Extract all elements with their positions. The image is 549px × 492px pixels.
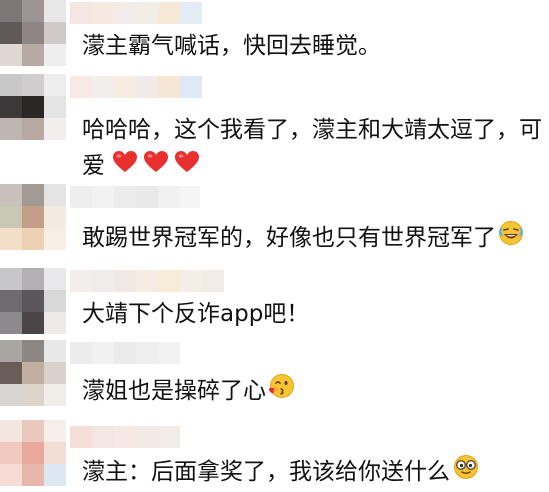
comment-item: 大靖下个反诈app吧！	[0, 268, 549, 334]
username[interactable]	[70, 186, 200, 208]
comment-text-line: 爱	[82, 153, 105, 179]
comment-text: 濛主霸气喊话，快回去睡觉。	[82, 28, 532, 64]
comment-text: 大靖下个反诈app吧！	[82, 296, 532, 332]
nerd-glasses-face-icon	[452, 453, 480, 492]
red-heart-icon	[143, 149, 169, 185]
username[interactable]	[70, 76, 215, 98]
comment-item: 濛主：后面拿奖了，我该给你送什么	[0, 420, 549, 491]
comment-item: 敢踢世界冠军的，好像也只有世界冠军了	[0, 184, 549, 256]
comment-item: 哈哈哈，这个我看了，濛主和大靖太逗了，可 爱	[0, 74, 549, 184]
red-heart-icon	[174, 149, 200, 185]
avatar[interactable]	[0, 340, 66, 406]
blowing-kiss-face-icon	[268, 372, 296, 411]
avatar[interactable]	[0, 268, 66, 334]
avatar[interactable]	[0, 184, 66, 250]
comment-text-line: 濛姐也是操碎了心	[82, 378, 266, 404]
comment-item: 濛姐也是操碎了心	[0, 340, 549, 412]
comment-text: 濛主：后面拿奖了，我该给你送什么	[82, 453, 532, 492]
comment-text-line: 大靖下个反诈app吧！	[82, 301, 310, 327]
comment-text-line: 敢踢世界冠军的，好像也只有世界冠军了	[82, 225, 496, 251]
avatar[interactable]	[0, 74, 66, 140]
comment-text-line-2: 爱	[82, 148, 532, 185]
username[interactable]	[70, 270, 235, 292]
avatar[interactable]	[0, 0, 66, 66]
avatar[interactable]	[0, 420, 66, 486]
comment-text: 哈哈哈，这个我看了，濛主和大靖太逗了，可 爱	[82, 112, 542, 185]
laughing-crying-face-icon	[498, 220, 524, 257]
username[interactable]	[70, 342, 190, 364]
comment-text: 敢踢世界冠军的，好像也只有世界冠军了	[82, 220, 532, 257]
red-heart-icon	[112, 149, 138, 185]
comment-item: 濛主霸气喊话，快回去睡觉。	[0, 0, 549, 66]
comment-text-line: 濛主霸气喊话，快回去睡觉。	[82, 33, 381, 59]
comment-text-line: 哈哈哈，这个我看了，濛主和大靖太逗了，可	[82, 117, 542, 143]
username[interactable]	[70, 426, 180, 448]
comment-text: 濛姐也是操碎了心	[82, 372, 532, 411]
comment-text-line: 濛主：后面拿奖了，我该给你送什么	[82, 459, 450, 485]
username[interactable]	[70, 2, 220, 24]
